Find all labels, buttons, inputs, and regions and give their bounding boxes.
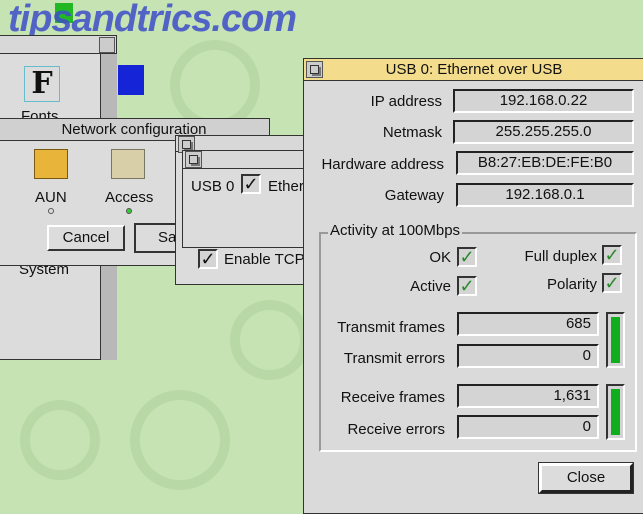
polarity-checkbox: ✓	[602, 273, 622, 293]
access-status-dot	[126, 208, 132, 214]
raspberry-pattern	[170, 40, 260, 130]
hardware-address-label: Hardware address	[321, 156, 444, 173]
usb-ethernet-window: USB 0: Ethernet over USB IP address 192.…	[303, 58, 643, 514]
receive-errors-label: Receive errors	[347, 421, 445, 438]
active-checkbox: ✓	[457, 276, 477, 296]
activity-group-title: Activity at 100Mbps	[328, 222, 463, 239]
enable-tcp-checkbox[interactable]: ✓	[198, 249, 218, 269]
access-label[interactable]: Access	[105, 189, 153, 206]
raspberry-pattern	[20, 400, 100, 480]
back-icon[interactable]	[306, 61, 323, 78]
netmask-field: 255.255.255.0	[453, 120, 634, 144]
cancel-button[interactable]: Cancel	[47, 225, 125, 251]
receive-errors-field: 0	[457, 415, 599, 439]
ethernet-label: Ether	[268, 178, 304, 195]
receive-frames-field: 1,631	[457, 384, 599, 408]
transmit-frames-field: 685	[457, 312, 599, 336]
active-label: Active	[410, 278, 451, 295]
transmit-errors-label: Transmit errors	[343, 350, 445, 367]
usb0-label: USB 0	[191, 178, 235, 195]
raspberry-pattern	[230, 300, 310, 380]
aun-status-dot	[48, 208, 54, 214]
enable-tcp-label: Enable TCP	[224, 251, 305, 268]
gateway-label: Gateway	[384, 187, 444, 204]
hardware-address-field: B8:27:EB:DE:FE:B0	[456, 151, 634, 175]
receive-activity-bar	[606, 384, 625, 440]
transmit-frames-label: Transmit frames	[337, 319, 445, 336]
access-icon[interactable]	[111, 149, 145, 179]
aun-label[interactable]: AUN	[35, 189, 67, 206]
raspberry-pattern	[130, 390, 230, 490]
toggle-size-icon[interactable]	[99, 37, 115, 53]
transmit-errors-field: 0	[457, 344, 599, 368]
full-duplex-checkbox: ✓	[602, 245, 622, 265]
receive-frames-label: Receive frames	[340, 389, 445, 406]
full-duplex-label: Full duplex	[524, 248, 597, 265]
netmask-label: Netmask	[382, 124, 442, 141]
transmit-activity-bar	[606, 312, 625, 368]
usb0-checkbox[interactable]: ✓	[241, 174, 261, 194]
interface-list-window: USB 0 ✓ Ether	[182, 150, 307, 248]
gateway-field: 192.168.0.1	[456, 183, 634, 207]
aun-icon[interactable]	[34, 149, 68, 179]
fonts-icon[interactable]: F	[24, 66, 60, 102]
ok-checkbox: ✓	[457, 247, 477, 267]
polarity-label: Polarity	[546, 276, 597, 293]
close-button[interactable]: Close	[538, 462, 634, 494]
ip-address-label: IP address	[370, 93, 442, 110]
ok-label: OK	[429, 249, 451, 266]
desktop-icon	[118, 65, 144, 95]
window-title: USB 0: Ethernet over USB	[385, 61, 563, 78]
ip-address-field: 192.168.0.22	[453, 89, 634, 113]
